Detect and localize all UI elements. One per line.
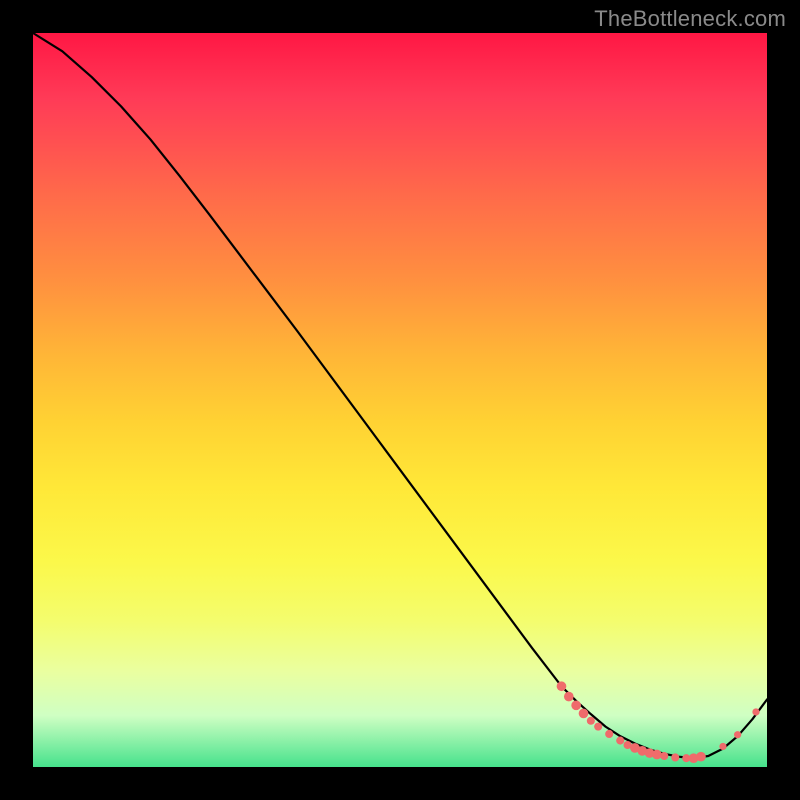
chart-svg bbox=[33, 33, 767, 767]
data-marker bbox=[605, 730, 613, 738]
data-marker bbox=[734, 731, 741, 738]
data-marker bbox=[671, 753, 679, 761]
curve-markers bbox=[557, 681, 760, 763]
data-marker bbox=[696, 752, 706, 762]
curve-line bbox=[33, 33, 767, 758]
data-marker bbox=[616, 737, 624, 745]
chart-stage: TheBottleneck.com bbox=[0, 0, 800, 800]
watermark-text: TheBottleneck.com bbox=[594, 6, 786, 32]
data-marker bbox=[594, 723, 602, 731]
data-marker bbox=[557, 681, 567, 691]
data-marker bbox=[587, 717, 595, 725]
data-marker bbox=[579, 709, 589, 719]
data-marker bbox=[564, 692, 574, 702]
data-marker bbox=[752, 708, 759, 715]
chart-plot-area bbox=[33, 33, 767, 767]
data-marker bbox=[719, 743, 726, 750]
data-marker bbox=[660, 752, 668, 760]
data-marker bbox=[571, 701, 581, 711]
data-marker bbox=[652, 750, 662, 760]
